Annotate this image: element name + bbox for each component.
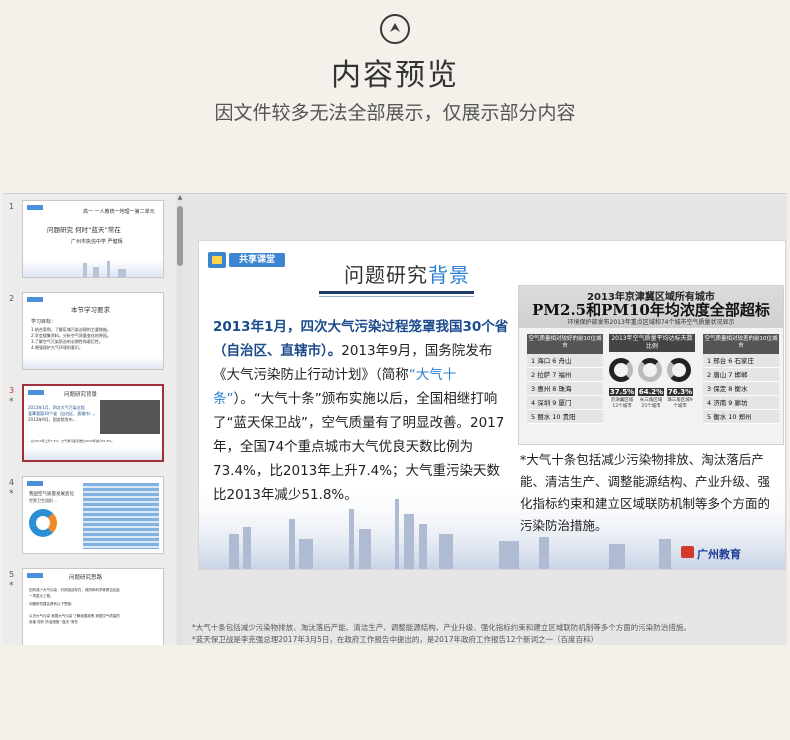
body-text-2: ）。“大气十条”颁布实施以后，全国相继打响了“蓝天保卫战”，空气质量有了明显改善… [213, 391, 505, 503]
city-row: 3 惠州 8 珠海 [527, 382, 603, 396]
animation-marker: * [9, 397, 14, 407]
logo-text: 共享课堂 [229, 253, 285, 267]
slide-title-accent: 背景 [428, 263, 470, 287]
city-row: 4 深圳 9 厦门 [527, 396, 603, 410]
logo-icon [27, 573, 43, 578]
logo-icon [27, 297, 43, 302]
notes-line: *大气十条包括减少污染物排放、淘汰落后产能、清洁生产、调整能源结构、产业升级、强… [192, 623, 691, 632]
slide-title-main: 问题研究 [344, 263, 428, 287]
pie-chart-thumbnail [29, 509, 57, 537]
page-title: 内容预览 [331, 58, 459, 93]
slide-preview: 高一 一人教统一地理一第二单元 问题研究 何时“蓝天”常在 广州市执信中学 严健… [22, 200, 164, 278]
slide-number: 2 [9, 294, 15, 303]
percent-label: 64.2% [638, 388, 664, 396]
scrollbar-thumb[interactable] [177, 206, 183, 266]
thumb-text: 问题研究建议具有以下思路： [29, 602, 75, 606]
donut-yangtze [638, 358, 662, 382]
slide-thumbnail-panel: 1 高一 一人教统一地理一第二单元 问题研究 何时“蓝天”常在 广州市执信中学 … [3, 194, 176, 645]
scroll-up-icon[interactable]: ▲ [177, 194, 183, 202]
thumbnail-scrollbar[interactable]: ▲ [177, 194, 183, 645]
percent-label: 37.5% [609, 388, 635, 396]
city-row: 5 衡水 10 郑州 [703, 410, 779, 424]
logo-icon [27, 481, 43, 486]
slide-thumbnail-5[interactable]: 5 * 问题研究思路 如何减少大气污染，仍然挑战存在，政府和科学家是否如此 一项… [3, 564, 176, 645]
thumb-text: 本节学习要求 [71, 306, 110, 314]
slide-canvas: 共享课堂 问题研究背景 2013年1月，四次大气污染过程笼罩我国30个省（自治区… [189, 194, 787, 645]
skyline-image [23, 357, 163, 369]
thumb-text: 问题研究背景 [64, 392, 98, 398]
attainment-ratio-panel: 2013年空气质量平均达标天数比例 37.5% 64.2% 76.3% 京津冀区… [609, 334, 695, 438]
infographic-header: 2013年京津冀区域所有城市 PM2.5和PM10年均浓度全部超标 环境保护部发… [519, 286, 783, 328]
thumb-text: 问题研究 何时“蓝天”常在 [47, 226, 121, 234]
city-row: 3 保定 8 衡水 [703, 382, 779, 396]
slide-preview: 我国空气质量发展变化 世界卫生组织… [22, 476, 164, 554]
slide-preview: 问题研究背景 2013年1月，四次大气污染过程 笼罩我国30个省（自治区、直辖市… [22, 384, 164, 462]
city-row: 1 邢台 6 石家庄 [703, 354, 779, 368]
city-row: 2 唐山 7 邯郸 [703, 368, 779, 382]
thumb-text: 问题研究思路 [69, 575, 103, 581]
logo-icon [27, 205, 43, 210]
animation-marker: * [9, 489, 14, 499]
best-cities-list: 空气质量相对较好的前10位城市 1 海口 6 舟山 2 拉萨 7 福州 3 惠州… [527, 334, 603, 438]
worst-cities-header: 空气质量相对较差的前10位城市 [703, 334, 779, 354]
chevron-up-circle-icon [380, 14, 410, 44]
percent-note: 珠三角区域9个城市 [667, 398, 693, 409]
air-quality-infographic: 2013年京津冀区域所有城市 PM2.5和PM10年均浓度全部超标 环境保护部发… [518, 285, 784, 445]
logo-icon [28, 390, 44, 395]
slide-thumbnail-4[interactable]: 4 * 我国空气质量发展变化 世界卫生组织… [3, 472, 176, 558]
thumb-text: 世界卫生组织… [29, 498, 57, 503]
city-row: 5 丽水 10 贵阳 [527, 410, 603, 424]
skyline-image [23, 259, 163, 277]
slide-thumbnail-3[interactable]: 3 * 问题研究背景 2013年1月，四次大气污染过程 笼罩我国30个省（自治区… [3, 380, 176, 466]
thumb-text: 一项重大工程。 [29, 594, 54, 598]
slide-footnote: *大气十条包括减少污染物排放、淘汰落后产能、清洁生产、调整能源结构、产业升级、强… [520, 452, 771, 533]
notes-line: *蓝天保卫战是李克强总理2017年3月5日，在政府工作报告中提出的，是2017年… [192, 635, 599, 644]
animation-marker: * [9, 581, 14, 591]
percent-label: 76.3% [667, 388, 693, 396]
infographic-subtitle: 环境保护部发布2013年重点区域和74个城市空气质量状况显示 [567, 319, 735, 326]
slide-number: 4 [9, 478, 15, 487]
slide-preview: 问题研究思路 如何减少大气污染，仍然挑战存在，政府和科学家是否如此 一项重大工程… [22, 568, 164, 645]
book-icon [208, 252, 226, 268]
page-subtitle: 因文件较多无法全部展示，仅展示部分内容 [214, 102, 576, 124]
thumb-text: …比2013年上升7.4%；大气重污染天数比2013年减少51.8%。 [28, 439, 115, 443]
guangzhou-education-logo-icon [681, 546, 694, 558]
title-underline-thin [319, 296, 474, 297]
speaker-notes[interactable]: *大气十条包括减少污染物排放、淘汰落后产能、清洁生产、调整能源结构、产业升级、强… [192, 622, 782, 646]
table-thumbnail [83, 483, 159, 549]
presentation-viewer: 1 高一 一人教统一地理一第二单元 问题研究 何时“蓝天”常在 广州市执信中学 … [3, 193, 787, 645]
thumb-text: 高一 一人教统一地理一第二单元 [83, 209, 155, 215]
thumb-text: 4.增强保护大气环境的意识。 [31, 345, 83, 350]
thumb-text: 2013年9月，国务院发布… [28, 417, 77, 422]
slide-title: 问题研究背景 [344, 259, 470, 288]
skyline-image [24, 446, 162, 460]
slide-thumbnail-1[interactable]: 1 高一 一人教统一地理一第二单元 问题研究 何时“蓝天”常在 广州市执信中学 … [3, 196, 176, 282]
current-slide: 共享课堂 问题研究背景 2013年1月，四次大气污染过程笼罩我国30个省（自治区… [198, 240, 786, 570]
slide-thumbnail-2[interactable]: 2 本节学习要求 学习目标： 1.结合案例，了解区域污染治理的主要措施。 2.学… [3, 288, 176, 374]
brand-label: 广州教育 [697, 548, 741, 561]
thumb-text: 广州市执信中学 严健辉 [71, 239, 123, 245]
city-row: 4 济南 9 廊坊 [703, 396, 779, 410]
attainment-header: 2013年空气质量平均达标天数比例 [609, 334, 695, 352]
best-cities-header: 空气质量相对较好的前10位城市 [527, 334, 603, 354]
city-row: 2 拉萨 7 福州 [527, 368, 603, 382]
slide-number: 1 [9, 202, 15, 211]
city-row: 1 海口 6 舟山 [527, 354, 603, 368]
percent-note: 长三角区域25个城市 [639, 398, 663, 409]
donut-jingjinji [609, 358, 633, 382]
thumb-text: 危害 现状 防治措施 “蓝天”常在 [29, 620, 78, 624]
slide-body-text: 2013年1月，四次大气污染过程笼罩我国30个省（自治区、直辖市）。2013年9… [213, 315, 509, 507]
share-class-logo: 共享课堂 [208, 251, 288, 269]
percent-note: 京津冀区域13个城市 [610, 398, 634, 409]
slide-number: 5 [9, 570, 15, 579]
figure-thumbnail [100, 400, 160, 434]
slide-preview: 本节学习要求 学习目标： 1.结合案例，了解区域污染治理的主要措施。 2.学会搜… [22, 292, 164, 370]
slide-number: 3 [9, 386, 15, 395]
thumb-text: 学习目标： [31, 319, 57, 325]
worst-cities-list: 空气质量相对较差的前10位城市 1 邢台 6 石家庄 2 唐山 7 邯郸 3 保… [703, 334, 779, 438]
title-underline [319, 291, 474, 294]
donut-pearl [667, 358, 691, 382]
